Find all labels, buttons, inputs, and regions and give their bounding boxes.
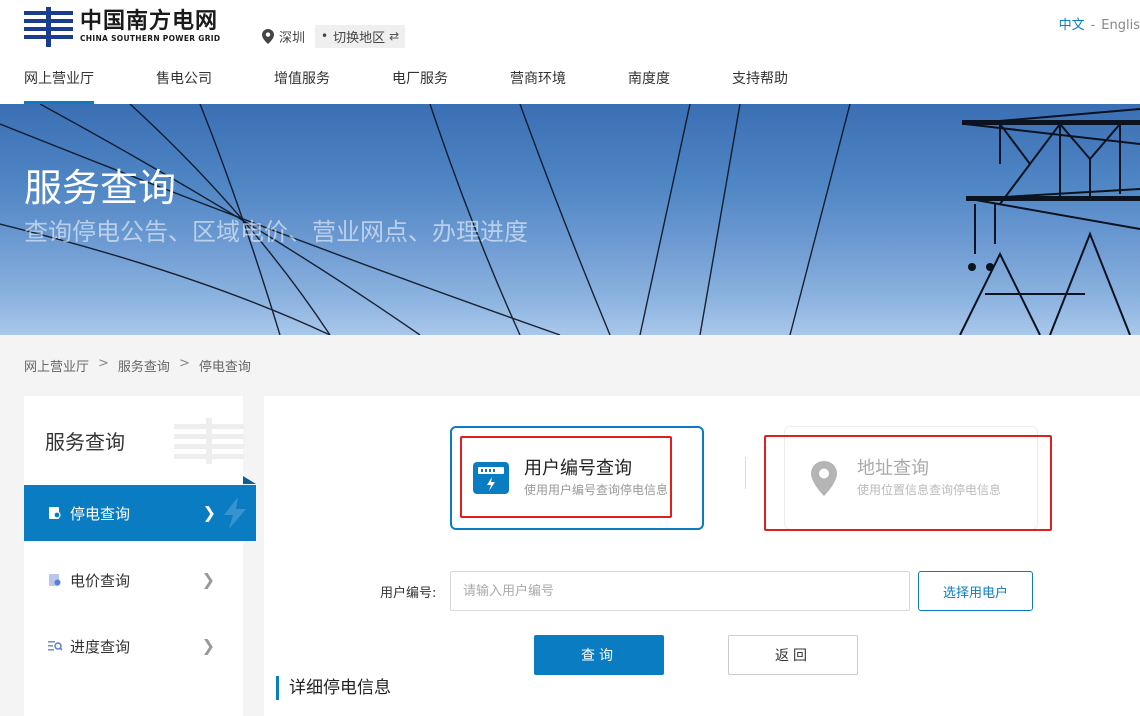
select-user-button[interactable]: 选择用电户 <box>918 571 1033 611</box>
lang-chinese[interactable]: 中文 <box>1059 18 1085 33</box>
sidebar-item-price[interactable]: 电价查询 ❯ <box>24 552 243 608</box>
logo[interactable]: 中国南方电网 CHINA SOUTHERN POWER GRID <box>24 6 239 48</box>
banner-subtitle: 查询停电公告、区域电价、营业网点、办理进度 <box>24 218 528 246</box>
sidebar-item-label: 电价查询 <box>70 571 131 590</box>
bullet-icon: • <box>321 29 329 43</box>
card-divider <box>745 457 746 489</box>
lang-english[interactable]: Englis <box>1101 18 1140 33</box>
breadcrumb-outage-query: 停电查询 <box>198 360 251 375</box>
logo-cn: 中国南方电网 <box>80 9 219 34</box>
breadcrumb: 网上营业厅 > 服务查询 > 停电查询 <box>24 356 251 375</box>
user-number-label: 用户编号: <box>380 586 437 601</box>
nav-sales-company[interactable]: 售电公司 <box>156 60 212 104</box>
highlight-box-user-query <box>460 436 672 518</box>
banner: 服务查询 查询停电公告、区域电价、营业网点、办理进度 <box>0 104 1140 335</box>
location: 深圳 • 切换地区 ⇄ <box>262 24 406 48</box>
main-panel: 用户编号查询 使用用户编号查询停电信息 地址查询 使用位置信息查询停电信息 用户… <box>264 396 1140 716</box>
chevron-right-icon: ❯ <box>201 570 215 589</box>
sidebar: 服务查询 停电查询 ❯ 电价查询 ❯ 进度查询 ❯ <box>24 396 256 716</box>
outage-doc-icon <box>49 507 61 519</box>
nav-power-plant[interactable]: 电厂服务 <box>392 60 448 104</box>
breadcrumb-online-hall[interactable]: 网上营业厅 <box>24 356 89 375</box>
main-nav: 网上营业厅 售电公司 增值服务 电厂服务 营商环境 南度度 支持帮助 <box>24 60 788 104</box>
price-doc-icon <box>49 574 61 586</box>
city-name: 深圳 <box>279 30 306 46</box>
logo-text: 中国南方电网 CHINA SOUTHERN POWER GRID <box>80 10 220 44</box>
switch-region-button[interactable]: • 切换地区 ⇄ <box>315 24 406 48</box>
breadcrumb-separator: > <box>98 356 109 371</box>
nav-value-added[interactable]: 增值服务 <box>274 60 330 104</box>
highlight-box-address-query <box>764 435 1052 531</box>
lightning-icon <box>224 497 246 529</box>
nav-nandudu[interactable]: 南度度 <box>628 60 670 104</box>
chevron-right-icon: ❯ <box>202 503 216 522</box>
breadcrumb-separator: > <box>178 356 190 371</box>
language-switch: 中文 - Englis <box>1059 14 1140 33</box>
active-tab-corner <box>243 476 256 484</box>
csg-watermark-icon <box>174 418 244 464</box>
breadcrumb-service-query[interactable]: 服务查询 <box>118 356 170 375</box>
site-header: 中国南方电网 CHINA SOUTHERN POWER GRID 深圳 • 切换… <box>0 0 1140 104</box>
sidebar-title: 服务查询 <box>45 430 125 454</box>
location-pin-icon <box>262 28 274 44</box>
csg-logo-icon <box>24 7 73 47</box>
swap-icon: ⇄ <box>389 29 400 43</box>
outage-detail-title: 详细停电信息 <box>276 676 391 700</box>
query-button[interactable]: 查询 <box>534 635 664 675</box>
banner-title: 服务查询 <box>24 166 177 210</box>
sidebar-item-label: 进度查询 <box>70 637 131 656</box>
lang-separator: - <box>1090 18 1096 33</box>
nav-business-env[interactable]: 营商环境 <box>510 60 566 104</box>
logo-en: CHINA SOUTHERN POWER GRID <box>80 34 221 43</box>
sidebar-item-outage[interactable]: 停电查询 ❯ <box>24 485 256 541</box>
chevron-right-icon: ❯ <box>201 636 215 655</box>
sidebar-item-progress[interactable]: 进度查询 ❯ <box>24 618 243 674</box>
nav-support[interactable]: 支持帮助 <box>732 60 788 104</box>
progress-search-icon <box>48 641 62 651</box>
user-number-input[interactable] <box>450 571 910 611</box>
switch-region-label: 切换地区 <box>333 30 386 46</box>
sidebar-item-label: 停电查询 <box>70 504 131 523</box>
back-button[interactable]: 返回 <box>728 635 858 675</box>
nav-online-hall[interactable]: 网上营业厅 <box>24 60 94 104</box>
